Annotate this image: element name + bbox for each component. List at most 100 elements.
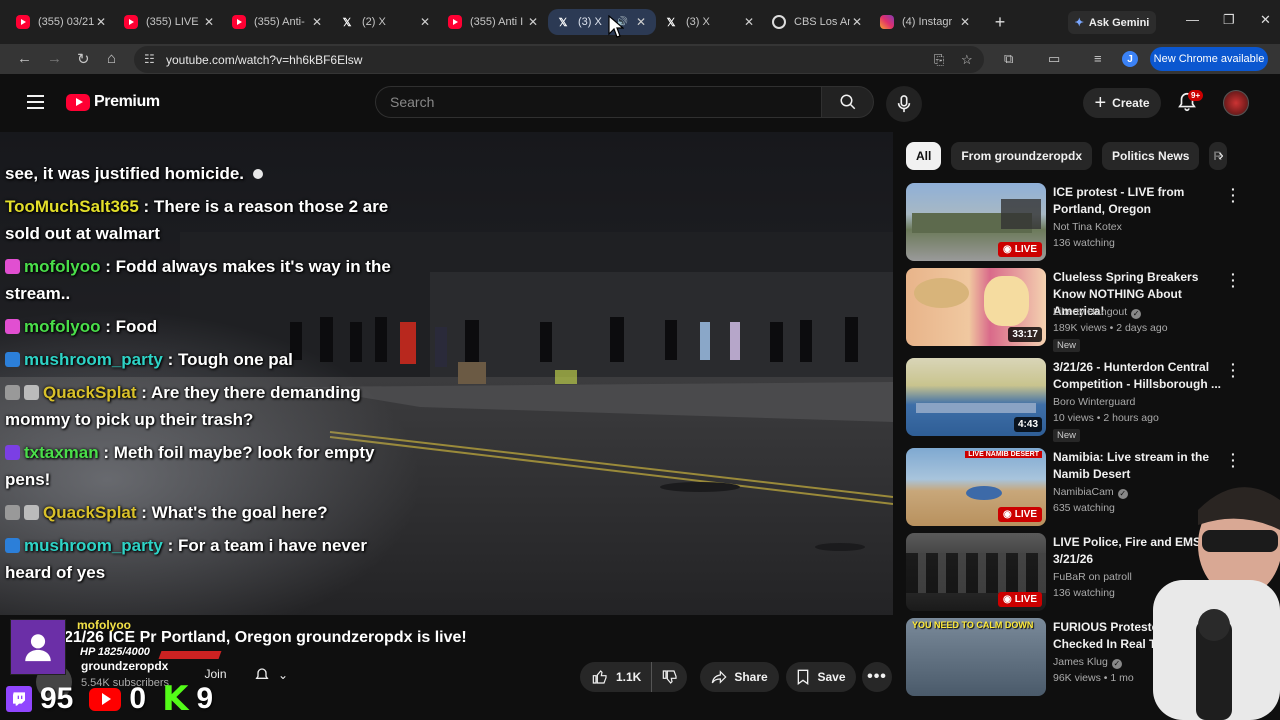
save-button[interactable]: Save [786,662,856,692]
recommendation-item[interactable]: 33:17 Clueless Spring Breakers Know NOTH… [906,267,1246,352]
close-icon[interactable]: ✕ [94,15,108,29]
side-panel-icon[interactable]: ▭ [1048,51,1060,67]
channel-name[interactable]: groundzeropdx [81,659,168,673]
forward-icon[interactable]: → [47,50,62,67]
share-button[interactable]: Share [700,662,779,692]
search-button[interactable] [821,86,874,118]
tab-8[interactable]: CBS Los An ✕ [764,5,872,39]
close-window-icon[interactable]: ✕ [1260,12,1271,28]
video-thumbnail[interactable]: ◉ LIVE [906,533,1046,611]
site-info-icon[interactable]: ☷ [144,52,155,66]
maximize-icon[interactable]: ❐ [1223,12,1235,28]
close-icon[interactable]: ✕ [958,15,972,29]
youtube-icon [232,15,246,29]
close-icon[interactable]: ✕ [418,15,432,29]
chip-from-channel[interactable]: From groundzeropdx [951,142,1093,170]
recommendation-channel[interactable]: Liberty Hangout ✓ [1053,306,1142,319]
more-vert-icon[interactable]: · · · [1231,357,1236,383]
subscriber-badge-icon [5,259,20,274]
home-icon[interactable]: ⌂ [107,50,116,67]
platform-badge-icon [5,352,20,367]
tab-7[interactable]: 𝕏 (3) X ✕ [656,5,764,39]
recommendation-item[interactable]: 4:43 3/21/26 - Hunterdon Central Competi… [906,357,1246,442]
close-icon[interactable]: ✕ [202,15,216,29]
recommendation-channel[interactable]: NamibiaCam ✓ [1053,486,1128,499]
tab-4[interactable]: 𝕏 (2) X ✕ [332,5,440,39]
profile-avatar[interactable]: J [1122,51,1138,67]
address-bar[interactable]: ☷ youtube.com/watch?v=hh6kBF6Elsw ⎘ ☆ [134,46,984,73]
recommendation-title[interactable]: ICE protest - LIVE from Portland, Oregon [1053,184,1223,218]
minimize-icon[interactable]: — [1186,12,1199,27]
recommendation-item[interactable]: ◉ LIVE ICE protest - LIVE from Portland, … [906,182,1246,261]
video-thumbnail[interactable]: LIVE NAMIB DESERT ◉ LIVE [906,448,1046,526]
recommendation-channel[interactable]: Not Tina Kotex [1053,221,1122,233]
like-button[interactable]: 1.1K [580,662,652,692]
recommendation-channel[interactable]: Boro Winterguard [1053,396,1135,408]
recommendation-title[interactable]: 3/21/26 - Hunterdon Central Competition … [1053,359,1223,393]
x-icon: 𝕏 [558,16,568,29]
close-icon[interactable]: ✕ [310,15,324,29]
address-bar-row: ← → ↻ ⌂ ☷ youtube.com/watch?v=hh6kBF6Els… [0,44,1280,74]
live-label: LIVE [1014,594,1037,605]
recommendation-meta: 635 watching [1053,502,1115,514]
tab-9[interactable]: (4) Instagr ✕ [872,5,980,39]
close-icon[interactable]: ✕ [742,15,756,29]
chat-username: txtaxman [24,443,99,462]
search-box[interactable] [375,86,822,118]
chat-text: : Tough one pal [162,350,293,369]
video-thumbnail[interactable]: ◉ LIVE [906,183,1046,261]
chevron-right-icon[interactable]: › [1207,145,1235,167]
chat-username: QuackSplat [43,383,137,402]
recommendation-channel[interactable]: James Klug ✓ [1053,656,1122,669]
more-vert-icon[interactable]: · · · [1231,182,1236,208]
hp-bar [158,651,222,659]
tab-2[interactable]: (355) LIVE ✕ [116,5,224,39]
create-button[interactable]: + Create [1083,88,1161,118]
new-badge: New [1053,429,1081,442]
share-icon [712,670,727,684]
back-icon[interactable]: ← [17,50,32,67]
platform-badge-icon [24,505,39,520]
ask-gemini-button[interactable]: ✦ Ask Gemini [1068,11,1156,34]
dislike-button[interactable] [652,669,687,685]
youtube-premium-logo[interactable]: Premium [66,93,160,111]
close-icon[interactable]: ✕ [526,15,540,29]
user-silhouette-icon [25,634,51,662]
plus-icon: + [1094,92,1107,114]
new-tab-button[interactable]: + [986,8,1014,36]
bookmark-star-icon[interactable]: ☆ [961,52,973,68]
tab-title: CBS Los An [794,16,850,28]
search-input[interactable] [376,87,821,117]
chat-message: mushroom_party : Tough one pal [5,346,400,373]
more-actions-button[interactable]: ••• [862,662,892,692]
chat-username: mofolyoo [24,257,101,276]
reload-icon[interactable]: ↻ [77,50,90,68]
video-thumbnail[interactable]: 4:43 [906,358,1046,436]
video-thumbnail[interactable]: YOU NEED TO CALM DOWN [906,618,1046,696]
youtube-icon [448,15,462,29]
video-thumbnail[interactable]: 33:17 [906,268,1046,346]
live-badge: ◉ LIVE [998,592,1042,607]
url-text[interactable]: youtube.com/watch?v=hh6kBF6Elsw [166,53,362,67]
tab-6-active[interactable]: 𝕏 (3) X 🔊 ✕ [548,9,656,35]
voice-search-button[interactable] [886,86,922,122]
chrome-update-button[interactable]: New Chrome available [1150,47,1268,71]
account-avatar[interactable] [1223,90,1249,116]
chip-politics-news[interactable]: Politics News [1102,142,1200,170]
chat-text: see, it was justified homicide. [5,164,245,183]
more-vert-icon[interactable]: · · · [1231,267,1236,293]
tab-5[interactable]: (355) Anti I ✕ [440,5,548,39]
close-icon[interactable]: ✕ [634,15,648,29]
chip-all[interactable]: All [906,142,942,170]
tab-1[interactable]: (355) 03/21 ✕ [8,5,116,39]
tab-title: (2) X [362,16,386,28]
install-app-icon[interactable]: ⎘ [934,52,944,68]
chat-username: mushroom_party [24,536,163,555]
close-icon[interactable]: ✕ [850,15,864,29]
extensions-icon[interactable]: ⧉ [1004,51,1013,67]
video-player[interactable]: see, it was justified homicide. TooMuchS… [0,132,893,615]
menu-icon[interactable] [27,95,44,113]
tab-3[interactable]: (355) Anti- ✕ [224,5,332,39]
media-controls-icon[interactable]: ≡ [1094,51,1102,66]
channel-label: James Klug [1053,656,1108,668]
